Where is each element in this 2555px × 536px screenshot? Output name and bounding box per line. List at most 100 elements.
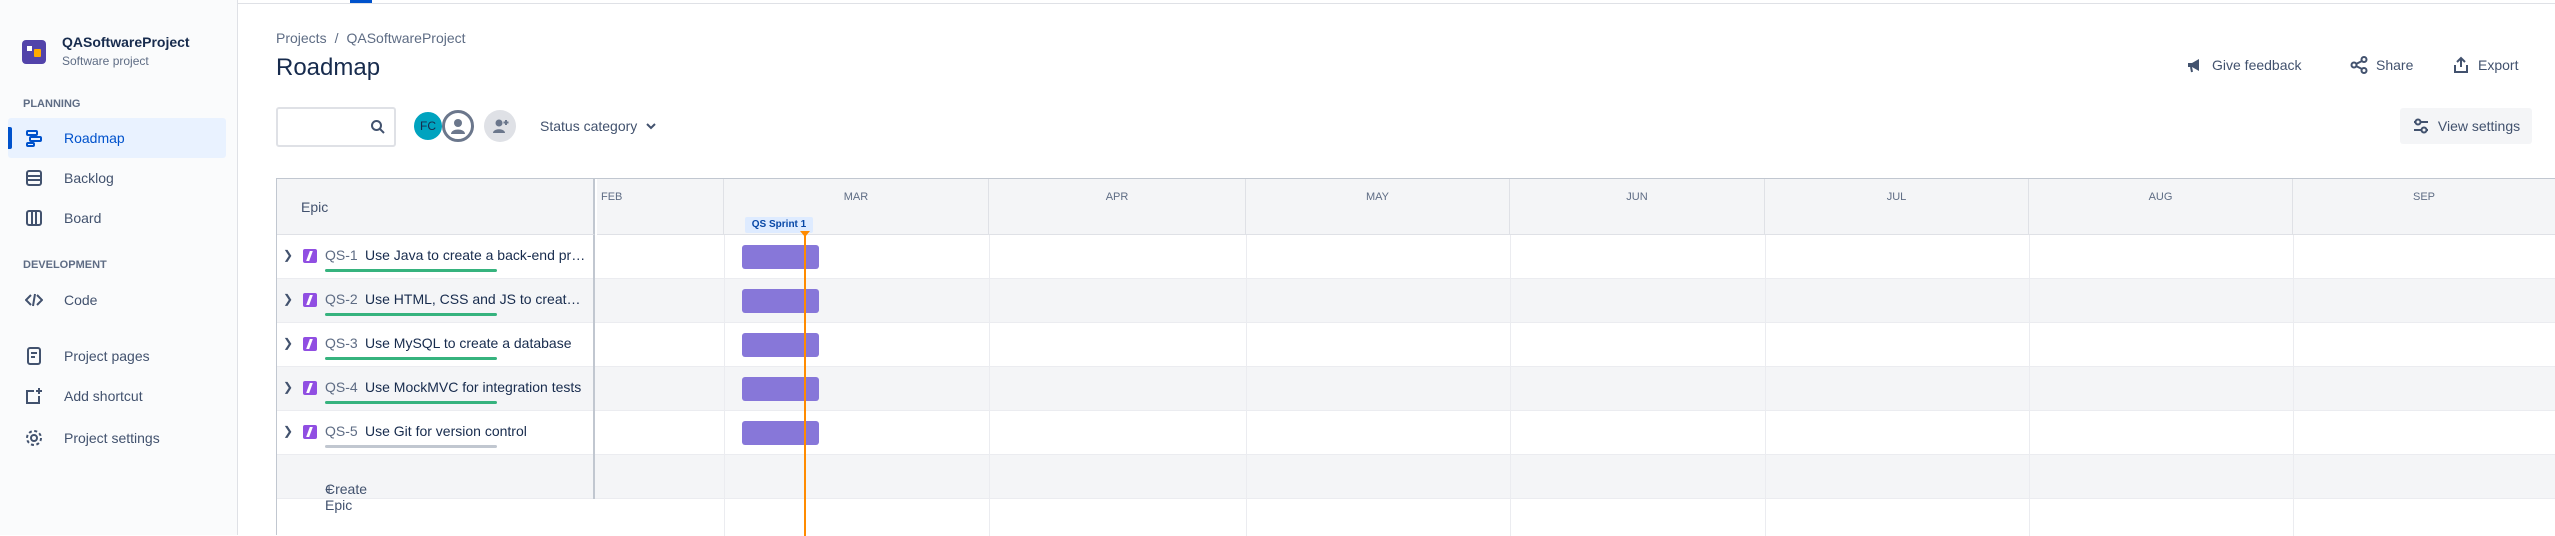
month-divider <box>1765 235 1766 536</box>
epic-icon <box>303 425 317 439</box>
project-name: QASoftwareProject <box>62 34 190 50</box>
epic-summary[interactable]: Use Java to create a back-end program <box>365 247 587 263</box>
month-divider <box>724 235 725 536</box>
sidebar-item-project-pages[interactable]: Project pages <box>8 336 226 376</box>
chevron-down-icon <box>646 123 656 130</box>
chevron-right-icon[interactable]: ❯ <box>283 424 293 438</box>
epic-summary[interactable]: Use Git for version control <box>365 423 587 439</box>
breadcrumb: Projects / QASoftwareProject <box>276 30 466 46</box>
epic-key[interactable]: QS-5 <box>325 423 358 439</box>
give-feedback-label: Give feedback <box>2212 57 2302 73</box>
epic-row[interactable]: ❯ QS-1 Use Java to create a back-end pro… <box>277 235 2555 279</box>
month-header: AUG <box>2029 179 2293 235</box>
month-header: SEP <box>2293 179 2555 235</box>
month-label: MAY <box>1365 191 1390 203</box>
sidebar-item-code[interactable]: Code <box>8 280 226 320</box>
month-label: AUG <box>2148 191 2173 203</box>
chevron-right-icon[interactable]: ❯ <box>283 336 293 350</box>
view-settings-button[interactable]: View settings <box>2400 108 2532 144</box>
epic-progress-bar <box>325 401 497 404</box>
epic-key[interactable]: QS-4 <box>325 379 358 395</box>
epic-bar[interactable] <box>742 421 819 445</box>
give-feedback-button[interactable]: Give feedback <box>2186 56 2302 74</box>
share-button[interactable]: Share <box>2350 56 2413 74</box>
sidebar-item-label: Add shortcut <box>64 388 143 404</box>
avatar-user[interactable] <box>442 110 474 142</box>
epic-row[interactable]: ❯ QS-3 Use MySQL to create a database <box>277 323 2555 367</box>
epic-icon <box>303 249 317 263</box>
sidebar-item-backlog[interactable]: Backlog <box>8 158 226 198</box>
month-label: JUL <box>1886 191 1907 203</box>
project-type: Software project <box>62 54 149 68</box>
chevron-right-icon[interactable]: ❯ <box>283 292 293 306</box>
epic-icon <box>303 337 317 351</box>
epic-summary[interactable]: Use MockMVC for integration tests <box>365 379 587 395</box>
user-icon <box>451 119 465 134</box>
sidebar-item-label: Backlog <box>64 170 114 186</box>
epic-summary[interactable]: Use MySQL to create a database <box>365 335 587 351</box>
epic-bar[interactable] <box>742 377 819 401</box>
month-divider <box>989 235 990 536</box>
status-category-label: Status category <box>540 118 638 134</box>
sidebar-item-project-settings[interactable]: Project settings <box>8 418 226 458</box>
sliders-icon <box>2413 118 2428 134</box>
section-planning: PLANNING <box>23 98 81 110</box>
search-input[interactable] <box>276 107 396 147</box>
epic-key[interactable]: QS-3 <box>325 335 358 351</box>
breadcrumb-project[interactable]: QASoftwareProject <box>346 30 465 46</box>
gear-icon <box>24 428 44 448</box>
month-divider <box>2029 235 2030 536</box>
chevron-right-icon[interactable]: ❯ <box>283 248 293 262</box>
backlog-icon <box>24 168 44 188</box>
month-divider <box>1246 235 1247 536</box>
sidebar-item-roadmap[interactable]: Roadmap <box>8 118 226 158</box>
export-label: Export <box>2478 57 2519 73</box>
export-icon <box>2454 56 2468 73</box>
epic-progress-bar <box>325 269 497 272</box>
epic-row[interactable]: ❯ QS-4 Use MockMVC for integration tests <box>277 367 2555 411</box>
add-people-button[interactable] <box>484 110 516 142</box>
month-label: FEB <box>601 191 623 203</box>
code-icon <box>24 290 44 310</box>
sidebar-item-board[interactable]: Board <box>8 198 226 238</box>
month-header: MAY <box>1246 179 1510 235</box>
epic-bar[interactable] <box>742 245 819 269</box>
epic-key[interactable]: QS-2 <box>325 291 358 307</box>
avatar-fc[interactable]: FC <box>412 110 444 142</box>
create-epic-label: Create Epic <box>325 481 368 513</box>
epic-header-label: Epic <box>301 199 329 215</box>
epic-key[interactable]: QS-1 <box>325 247 358 263</box>
breadcrumb-projects[interactable]: Projects <box>276 30 327 46</box>
top-tab-indicator <box>350 0 372 3</box>
sidebar: QASoftwareProject Software project PLANN… <box>0 0 238 535</box>
chevron-right-icon[interactable]: ❯ <box>283 380 293 394</box>
epic-progress-bar <box>325 313 497 316</box>
month-header: FEB <box>597 179 724 235</box>
view-settings-label: View settings <box>2437 118 2521 134</box>
epic-icon <box>303 293 317 307</box>
epic-row[interactable]: ❯ QS-2 Use HTML, CSS and JS to create a … <box>277 279 2555 323</box>
sidebar-item-label: Board <box>64 210 102 226</box>
status-category-dropdown[interactable]: Status category <box>540 118 657 134</box>
month-header: APR <box>989 179 1246 235</box>
epic-row[interactable]: ❯ QS-5 Use Git for version control <box>277 411 2555 455</box>
sidebar-item-label: Code <box>64 292 98 308</box>
month-divider <box>1510 235 1511 536</box>
epic-bar[interactable] <box>742 289 819 313</box>
sidebar-item-add-shortcut[interactable]: Add shortcut <box>8 376 226 416</box>
section-development: DEVELOPMENT <box>23 259 107 271</box>
project-avatar-icon <box>22 40 46 64</box>
project-header[interactable]: QASoftwareProject Software project <box>22 32 190 68</box>
create-epic-row: + Create Epic <box>277 455 2555 513</box>
epic-column-header: Epic <box>277 179 595 235</box>
epic-bar[interactable] <box>742 333 819 357</box>
board-icon <box>24 208 44 228</box>
roadmap-timeline: Epic FEB MAR APR MAY JUN JUL AUG SEP QS … <box>276 178 2555 536</box>
month-header: JUL <box>1765 179 2029 235</box>
megaphone-icon <box>2188 59 2199 73</box>
epic-summary[interactable]: Use HTML, CSS and JS to create a front-e… <box>365 291 587 307</box>
create-epic-button[interactable]: + Create Epic <box>277 455 595 513</box>
roadmap-icon <box>24 128 44 148</box>
export-button[interactable]: Export <box>2452 56 2518 74</box>
epic-icon <box>303 381 317 395</box>
